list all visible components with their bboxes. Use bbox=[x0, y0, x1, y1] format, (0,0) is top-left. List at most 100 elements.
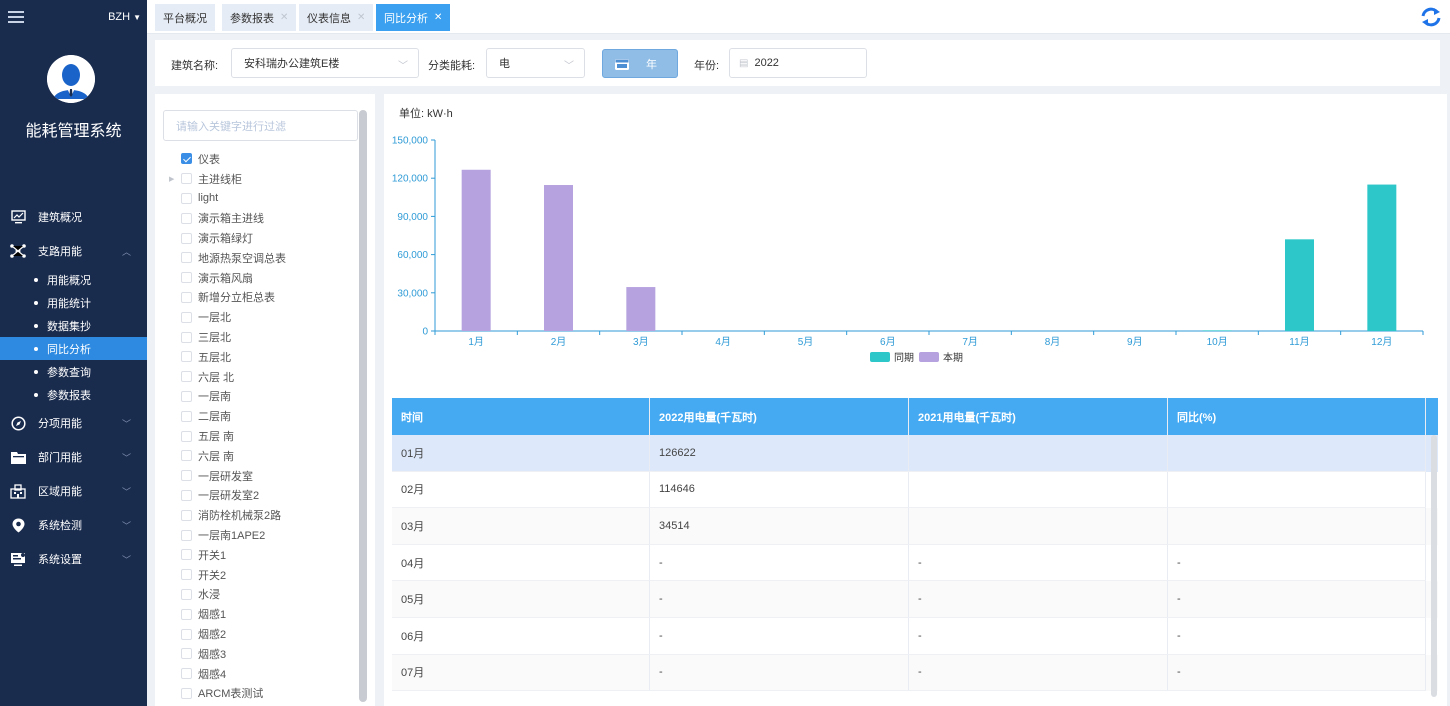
tree-node[interactable]: 开关1 bbox=[169, 545, 359, 565]
sidebar-subitem-item-1[interactable]: 用能统计 bbox=[0, 291, 147, 314]
close-icon[interactable]: ✕ bbox=[357, 12, 365, 23]
chevron-down-icon: ﹀ bbox=[121, 419, 131, 429]
tree-node[interactable]: 演示箱风扇 bbox=[169, 268, 359, 288]
table-row[interactable]: 06月 - - - bbox=[392, 617, 1438, 655]
menu-toggle-icon[interactable] bbox=[8, 11, 24, 23]
tree-node[interactable]: 水浸 bbox=[169, 585, 359, 605]
tree-checkbox[interactable] bbox=[181, 687, 192, 699]
refresh-icon[interactable] bbox=[1420, 6, 1442, 28]
category-select[interactable]: 电 ﹀ bbox=[486, 48, 585, 78]
tab-item-0[interactable]: 平台概况 bbox=[155, 4, 215, 31]
tree-checkbox[interactable] bbox=[181, 608, 192, 620]
tree-checkbox[interactable] bbox=[181, 232, 192, 244]
tree-node[interactable]: 三层北 bbox=[169, 327, 359, 347]
sidebar-item-item-5[interactable]: 系统检测 ﹀ bbox=[0, 508, 147, 542]
building-select[interactable]: 安科瑞办公建筑E楼 ﹀ bbox=[231, 48, 419, 78]
table-row[interactable]: 07月 - - - bbox=[392, 654, 1438, 692]
tree-checkbox[interactable] bbox=[181, 212, 192, 224]
tree-checkbox[interactable] bbox=[181, 153, 192, 165]
tree-checkbox[interactable] bbox=[181, 311, 192, 323]
tree-checkbox[interactable] bbox=[181, 509, 192, 521]
tree-node[interactable]: 五层北 bbox=[169, 347, 359, 367]
sidebar-subitem-item-2[interactable]: 数据集抄 bbox=[0, 314, 147, 337]
tree-node[interactable]: 一层研发室 bbox=[169, 466, 359, 486]
tab-item-1[interactable]: 参数报表 ✕ bbox=[222, 4, 297, 31]
user-menu[interactable]: BZH ▼ bbox=[108, 11, 141, 23]
tree-scrollbar[interactable] bbox=[359, 110, 367, 702]
year-period-button[interactable]: 年 bbox=[602, 49, 678, 78]
tree-node[interactable]: 地源热泵空调总表 bbox=[169, 248, 359, 268]
tree-node[interactable]: 仪表 bbox=[169, 149, 359, 169]
tree-checkbox[interactable] bbox=[181, 173, 192, 185]
close-icon[interactable]: ✕ bbox=[434, 12, 442, 23]
tree-checkbox[interactable] bbox=[181, 331, 192, 343]
tree-node[interactable]: 一层南1APE2 bbox=[169, 525, 359, 545]
sidebar-subitem-item-0[interactable]: 用能概况 bbox=[0, 268, 147, 291]
tree-node[interactable]: 六层 北 bbox=[169, 367, 359, 387]
tree-checkbox[interactable] bbox=[181, 430, 192, 442]
tree-node[interactable]: 五层 南 bbox=[169, 426, 359, 446]
tree-node[interactable]: 一层研发室2 bbox=[169, 486, 359, 506]
tree-node[interactable]: light bbox=[169, 189, 359, 209]
tree-checkbox[interactable] bbox=[181, 252, 192, 264]
sidebar-item-item-3[interactable]: 部门用能 ﹀ bbox=[0, 440, 147, 474]
table-row[interactable]: 03月 34514 bbox=[392, 508, 1438, 545]
tree-node[interactable]: 一层南 bbox=[169, 387, 359, 407]
compass-icon bbox=[10, 415, 26, 431]
tree-node[interactable]: 演示箱绿灯 bbox=[169, 228, 359, 248]
tree-checkbox[interactable] bbox=[181, 648, 192, 660]
tree-checkbox[interactable] bbox=[181, 549, 192, 561]
tree-checkbox[interactable] bbox=[181, 272, 192, 284]
sidebar-item-item-4[interactable]: 区域用能 ﹀ bbox=[0, 474, 147, 508]
table-row[interactable]: 02月 114646 bbox=[392, 471, 1438, 509]
year-picker[interactable]: ▤ 2022 bbox=[729, 48, 867, 78]
tree-node[interactable]: 消防栓机械泵2路 bbox=[169, 505, 359, 525]
tree-checkbox[interactable] bbox=[181, 450, 192, 462]
sidebar-item-item-2[interactable]: 分项用能 ﹀ bbox=[0, 406, 147, 440]
tree-node[interactable]: 二层南 bbox=[169, 406, 359, 426]
tree-node[interactable]: 烟感3 bbox=[169, 644, 359, 664]
tree-checkbox[interactable] bbox=[181, 628, 192, 640]
tree-node[interactable]: 烟感2 bbox=[169, 624, 359, 644]
tree-checkbox[interactable] bbox=[181, 371, 192, 383]
table-row[interactable]: 05月 - - - bbox=[392, 581, 1438, 618]
sidebar-subitem-item-3[interactable]: 同比分析 bbox=[0, 337, 147, 360]
caret-right-icon[interactable]: ▶ bbox=[169, 175, 181, 183]
close-icon[interactable]: ✕ bbox=[280, 12, 288, 23]
sidebar-subitem-item-5[interactable]: 参数报表 bbox=[0, 383, 147, 406]
tree-node[interactable]: 烟感4 bbox=[169, 664, 359, 684]
sidebar-subitem-item-4[interactable]: 参数查询 bbox=[0, 360, 147, 383]
tree-checkbox[interactable] bbox=[181, 291, 192, 303]
tree-checkbox[interactable] bbox=[181, 470, 192, 482]
tree-node-label: 烟感1 bbox=[198, 609, 227, 622]
tree-node[interactable]: 演示箱主进线 bbox=[169, 208, 359, 228]
bullet-icon bbox=[34, 323, 38, 328]
tree-checkbox[interactable] bbox=[181, 668, 192, 680]
tree-node[interactable]: 开关2 bbox=[169, 565, 359, 585]
tree-checkbox[interactable] bbox=[181, 569, 192, 581]
tree-node[interactable]: ▶ 主进线柜 bbox=[169, 169, 359, 189]
tree-node[interactable]: 一层北 bbox=[169, 307, 359, 327]
sidebar-item-item-6[interactable]: 系统设置 ﹀ bbox=[0, 542, 147, 576]
tab-item-3[interactable]: 同比分析 ✕ bbox=[376, 4, 451, 31]
tree-checkbox[interactable] bbox=[181, 529, 192, 541]
yoy-table: 时间 2022用电量(千瓦时) 2021用电量(千瓦时) 同比(%) 01月 12662… bbox=[392, 398, 1438, 692]
tree-checkbox[interactable] bbox=[181, 351, 192, 363]
tree-checkbox[interactable] bbox=[181, 192, 192, 204]
table-cell: - bbox=[650, 544, 909, 582]
tree-checkbox[interactable] bbox=[181, 588, 192, 600]
sidebar-item-item-1[interactable]: 支路用能 ︿ bbox=[0, 234, 147, 268]
table-row[interactable]: 01月 126622 bbox=[392, 435, 1438, 472]
tree-node[interactable]: 六层 南 bbox=[169, 446, 359, 466]
tree-search-input[interactable]: 请输入关键字进行过滤 bbox=[163, 110, 358, 141]
table-row[interactable]: 04月 - - - bbox=[392, 544, 1438, 582]
tree-checkbox[interactable] bbox=[181, 390, 192, 402]
tree-node[interactable]: ARCM表测试 bbox=[169, 684, 359, 704]
sidebar-item-item-0[interactable]: 建筑概况 bbox=[0, 200, 147, 234]
tree-checkbox[interactable] bbox=[181, 410, 192, 422]
tree-node[interactable]: 新增分立柜总表 bbox=[169, 288, 359, 308]
table-scrollbar[interactable] bbox=[1431, 435, 1437, 697]
tree-checkbox[interactable] bbox=[181, 489, 192, 501]
tab-item-2[interactable]: 仪表信息 ✕ bbox=[299, 4, 374, 31]
tree-node[interactable]: 烟感1 bbox=[169, 604, 359, 624]
